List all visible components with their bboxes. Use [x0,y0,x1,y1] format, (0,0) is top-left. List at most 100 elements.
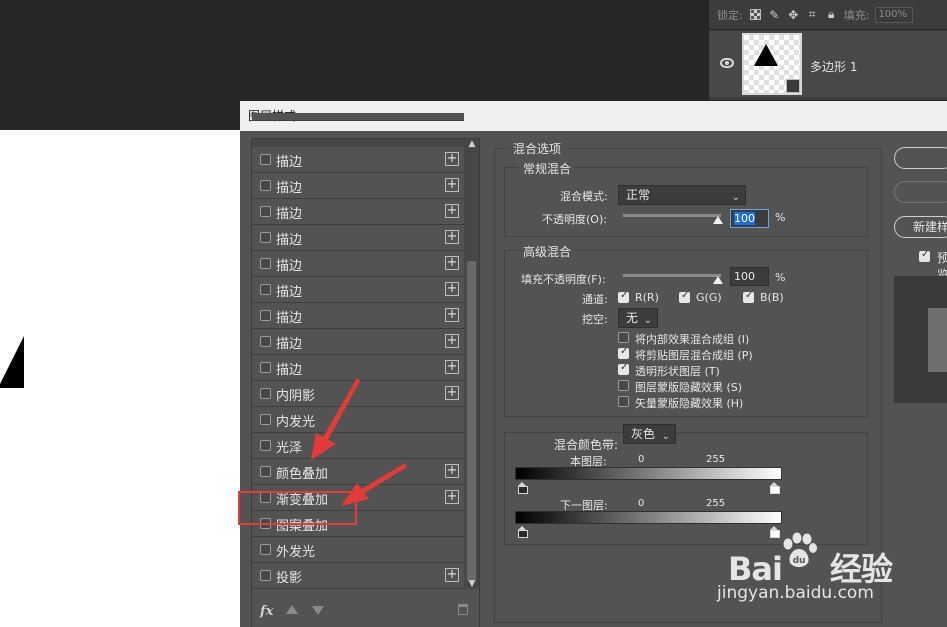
transparency-shapes-checkbox[interactable] [618,362,629,375]
opacity-input[interactable]: 100 [730,209,769,228]
add-effect-plus-icon[interactable]: + [445,230,459,244]
style-list-item[interactable]: 图案叠加 [252,511,464,537]
underlying-black-stop[interactable] [518,526,528,538]
blend-mode-select[interactable]: 正常 ⌄ [618,185,746,205]
style-list-item[interactable]: 颜色叠加 + [252,459,464,485]
add-effect-plus-icon[interactable]: + [445,204,459,218]
style-list-item[interactable]: 内阴影 + [252,381,464,407]
delete-effect-icon[interactable] [458,604,468,615]
fill-opacity-input[interactable]: 100 [730,267,769,286]
lock-all-icon[interactable]: 🔒︎ [825,7,838,21]
style-checkbox[interactable] [260,310,271,321]
lock-row: 锁定: ✎ ✥ ⌗ 🔒︎ 填充: 100% [709,0,947,30]
fx-icon[interactable]: fx [260,604,273,619]
opacity-slider-track[interactable] [623,214,721,217]
style-list-item[interactable]: 渐变叠加 + [252,485,464,511]
blend-interior-effects-checkbox[interactable] [618,332,629,343]
style-checkbox[interactable] [260,388,271,399]
style-preview-swatch [928,308,947,372]
this-layer-black-stop[interactable] [518,482,528,494]
channel-g-checkbox[interactable] [679,290,690,303]
fill-opacity-slider-knob[interactable] [713,276,723,284]
move-up-icon[interactable] [286,605,298,614]
scroll-thumb[interactable] [467,261,476,581]
layer-row[interactable]: 多边形 1 [709,31,947,97]
layer-style-dialog: 图层样式 描边+描边+描边+描边+描边+描边+描边+描边+描边+内阴影+内发光光… [240,101,947,627]
channel-b-checkbox[interactable] [743,290,754,303]
add-effect-plus-icon[interactable]: + [445,256,459,270]
this-layer-gradient [515,467,782,480]
cancel-button[interactable] [894,181,947,203]
style-checkbox[interactable] [260,206,271,217]
chevron-down-icon: ⌄ [643,315,652,326]
layer-mask-hides-checkbox[interactable] [618,380,629,391]
add-effect-plus-icon[interactable]: + [445,334,459,348]
chevron-down-icon: ⌄ [661,431,670,442]
fill-opacity-slider-track[interactable] [623,274,721,277]
style-list-item[interactable]: 描边 + [252,251,464,277]
move-down-icon[interactable] [312,606,324,615]
ok-button[interactable] [894,147,947,169]
style-list-scrollbar[interactable]: ▲ ▼ [465,139,479,589]
this-layer-high-value: 255 [706,454,726,465]
scroll-down-icon[interactable]: ▼ [466,579,478,589]
underlying-low-value: 0 [638,498,645,509]
style-checkbox[interactable] [260,362,271,373]
add-effect-plus-icon[interactable]: + [445,568,459,582]
knockout-select[interactable]: 无 ⌄ [618,308,658,328]
add-effect-plus-icon[interactable]: + [445,386,459,400]
style-checkbox[interactable] [260,466,271,477]
style-checkbox[interactable] [260,336,271,347]
underlying-white-stop[interactable] [770,526,780,538]
style-checkbox[interactable] [260,258,271,269]
style-list-item[interactable]: 描边 + [252,329,464,355]
blend-clipped-layers-checkbox[interactable] [618,346,629,359]
style-list-item[interactable]: 描边 + [252,147,464,173]
style-checkbox[interactable] [260,154,271,165]
style-list-item[interactable]: 投影 + [252,563,464,589]
style-checkbox[interactable] [260,518,271,529]
style-list-item[interactable]: 描边 + [252,173,464,199]
style-checkbox[interactable] [260,180,271,191]
style-checkbox[interactable] [260,544,271,555]
add-effect-plus-icon[interactable]: + [445,152,459,166]
scroll-up-icon[interactable]: ▲ [466,139,478,149]
layer-name[interactable]: 多边形 1 [810,58,857,75]
style-checkbox[interactable] [260,414,271,425]
add-effect-plus-icon[interactable]: + [445,360,459,374]
style-list-item[interactable]: 描边 + [252,225,464,251]
visibility-eye-icon[interactable] [720,58,734,68]
lock-artboard-icon[interactable]: ⌗ [806,7,819,21]
add-effect-plus-icon[interactable]: + [445,308,459,322]
add-effect-plus-icon[interactable]: + [445,178,459,192]
fill-input[interactable]: 100% [875,6,914,23]
channels-label: 通道: [582,293,608,306]
preview-checkbox[interactable] [919,249,930,262]
style-checkbox[interactable] [260,570,271,581]
add-effect-plus-icon[interactable]: + [445,490,459,504]
lock-transparent-pixels-icon[interactable] [749,8,762,21]
style-list-item[interactable]: 光泽 [252,433,464,459]
lock-image-pixels-icon[interactable]: ✎ [768,8,781,22]
style-checkbox[interactable] [260,492,271,503]
lock-position-icon[interactable]: ✥ [787,8,800,22]
style-checkbox[interactable] [260,232,271,243]
style-label: 颜色叠加 [276,467,329,482]
style-list-item[interactable]: 描边 + [252,199,464,225]
style-list-item[interactable]: 描边 + [252,355,464,381]
style-list-item[interactable]: 外发光 [252,537,464,563]
opacity-slider-knob[interactable] [713,216,723,224]
blend-if-select[interactable]: 灰色 ⌄ [623,424,676,444]
style-list-item[interactable]: 描边 + [252,303,464,329]
add-effect-plus-icon[interactable]: + [445,464,459,478]
style-list-item[interactable]: 内发光 [252,407,464,433]
new-style-button[interactable]: 新建样式 [894,216,947,238]
vector-mask-hides-checkbox[interactable] [618,396,629,407]
channel-r-checkbox[interactable] [618,290,629,303]
style-checkbox[interactable] [260,284,271,295]
style-label: 描边 [276,181,303,196]
add-effect-plus-icon[interactable]: + [445,282,459,296]
style-list-item[interactable]: 描边 + [252,277,464,303]
this-layer-white-stop[interactable] [770,482,780,494]
style-checkbox[interactable] [260,440,271,451]
